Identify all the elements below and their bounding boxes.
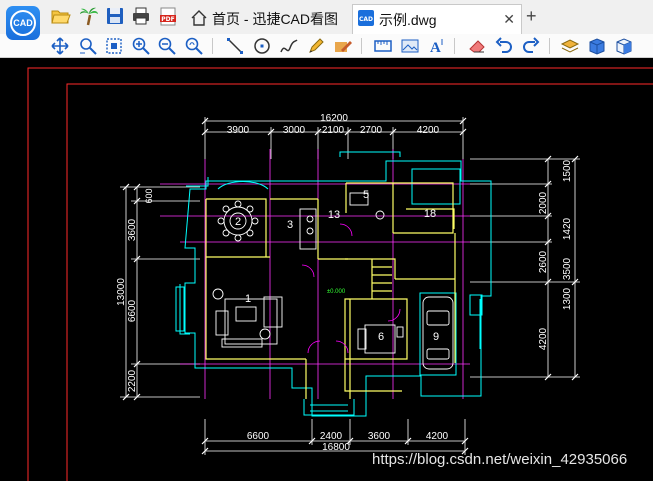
pan-icon[interactable]: [50, 36, 70, 56]
dim-top-1: 3900: [227, 125, 250, 136]
room-number-5: 5: [363, 189, 369, 201]
toolbar: A: [0, 34, 653, 58]
level-mark: ±0.000: [327, 289, 346, 295]
zoom-previous-icon[interactable]: [184, 36, 204, 56]
zoom-in-icon[interactable]: [131, 36, 151, 56]
dim-top-2: 3000: [283, 125, 306, 136]
room-number-3: 3: [287, 219, 293, 231]
erase-icon[interactable]: [467, 36, 487, 56]
dim-bottom-overall: 16800: [322, 442, 350, 453]
zoom-extents-icon[interactable]: [104, 36, 124, 56]
title-bar: CAD PDF 首页 - 迅捷CAD看图 CAD 示例.dwg ✕ +: [0, 0, 653, 40]
zoom-out-icon[interactable]: [157, 36, 177, 56]
dim-left-1: 3600: [127, 218, 138, 241]
3d-view-icon[interactable]: [614, 36, 634, 56]
room-number-2: 2: [235, 216, 241, 228]
dim-left-overall: 13000: [116, 278, 127, 306]
dim-left-extra: 600: [144, 188, 154, 203]
dim-left-2: 6600: [127, 299, 138, 322]
drawing-canvas[interactable]: 16200 3900 3000 2100 2700 4200 6600 2400…: [0, 59, 653, 481]
dim-bottom-2: 2400: [320, 431, 343, 442]
dim-left-3: 2200: [127, 369, 138, 392]
dim-top-4: 2700: [360, 125, 383, 136]
new-tab-button[interactable]: +: [526, 6, 537, 27]
dim-bottom-1: 6600: [247, 431, 270, 442]
dim-right-overall-1: 3500: [562, 257, 573, 280]
pen-icon[interactable]: [306, 36, 326, 56]
toolbar-divider: [454, 38, 455, 54]
measure-icon[interactable]: [373, 36, 393, 56]
circle-icon[interactable]: [252, 36, 272, 56]
room-number-18: 18: [424, 208, 436, 220]
print-icon[interactable]: [130, 5, 152, 27]
undo-icon[interactable]: [494, 36, 514, 56]
room-number-6: 6: [378, 331, 384, 343]
3d-box-icon[interactable]: [587, 36, 607, 56]
dim-right-3: 1420: [562, 217, 573, 240]
text-icon[interactable]: A: [427, 36, 447, 56]
app-logo[interactable]: CAD: [6, 6, 40, 40]
watermark-text: https://blog.csdn.net/weixin_42935066: [372, 451, 628, 468]
dim-top-5: 4200: [417, 125, 440, 136]
room-number-1: 1: [245, 293, 251, 305]
layers-icon[interactable]: [560, 36, 580, 56]
dim-right-2: 2000: [538, 191, 549, 214]
dim-right-4: 2600: [538, 250, 549, 273]
toolbar-divider: [212, 38, 213, 54]
pdf-export-icon[interactable]: PDF: [157, 5, 179, 27]
dim-top-overall: 16200: [320, 113, 348, 124]
tab-home-label: 首页 - 迅捷CAD看图: [212, 11, 338, 27]
room-number-9: 9: [433, 331, 439, 343]
toolbar-divider: [361, 38, 362, 54]
markup-icon[interactable]: [333, 36, 353, 56]
tab-drawing-label: 示例.dwg: [379, 11, 437, 28]
svg-text:A: A: [430, 40, 441, 56]
open-folder-icon[interactable]: [50, 5, 72, 27]
redo-icon[interactable]: [521, 36, 541, 56]
dim-right-5: 4200: [538, 327, 549, 350]
floor-plan-drawing: 16200 3900 3000 2100 2700 4200 6600 2400…: [27, 67, 653, 481]
image-icon[interactable]: [400, 36, 420, 56]
svg-text:PDF: PDF: [161, 16, 174, 23]
palm-tree-icon[interactable]: [78, 5, 100, 27]
tab-close-icon[interactable]: ✕: [503, 11, 515, 28]
tab-home[interactable]: 首页 - 迅捷CAD看图: [186, 4, 348, 34]
dim-bottom-3: 3600: [368, 431, 391, 442]
svg-text:CAD: CAD: [359, 16, 373, 23]
polyline-icon[interactable]: [279, 36, 299, 56]
dim-top-3: 2100: [322, 125, 345, 136]
cad-file-icon: CAD: [357, 9, 375, 30]
zoom-window-icon[interactable]: [78, 36, 98, 56]
toolbar-divider: [549, 38, 550, 54]
room-number-13: 13: [328, 209, 340, 221]
tab-drawing[interactable]: CAD 示例.dwg ✕: [352, 4, 522, 34]
dim-right-1: 1500: [562, 159, 573, 182]
line-icon[interactable]: [225, 36, 245, 56]
home-icon: [190, 9, 208, 30]
dim-bottom-4: 4200: [426, 431, 449, 442]
save-icon[interactable]: [104, 5, 126, 27]
app-logo-text: CAD: [10, 10, 36, 36]
dim-right-overall-2: 1300: [562, 287, 573, 310]
